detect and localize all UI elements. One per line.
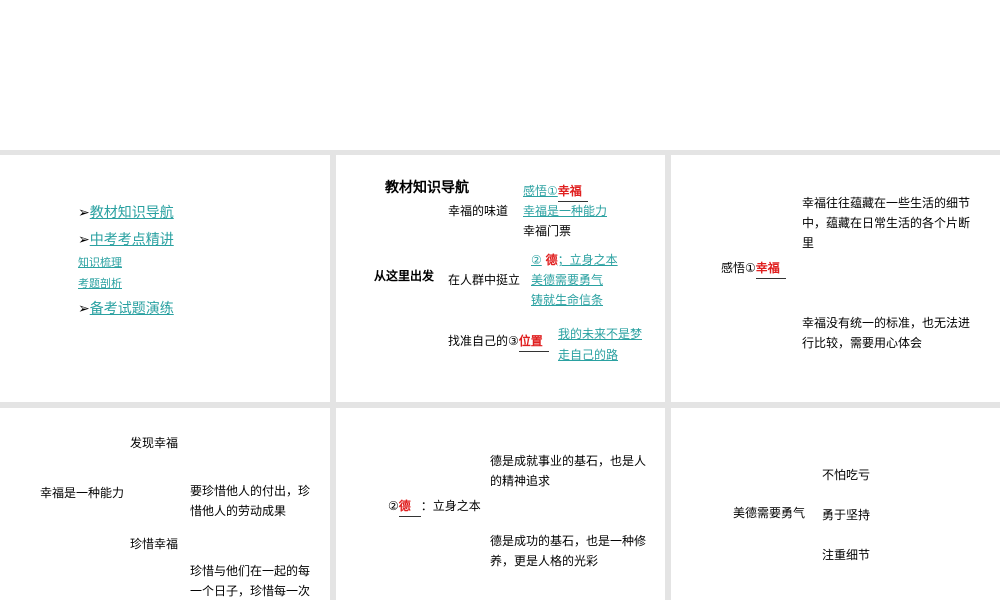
link[interactable]: 感悟① [523,184,558,198]
link-label[interactable]: 备考试题演练 [90,301,174,317]
label: 感悟①幸福 [721,258,786,279]
paragraph: 幸福往往蕴藏在一些生活的细节中，蕴藏在日常生活的各个片断里 [802,196,971,250]
paragraph: 德是成就事业的基石，也是人的精神追求 [490,454,647,488]
link-label[interactable]: 中考考点精讲 [90,232,174,248]
item: 注重细节 [822,548,871,562]
item: 不怕吃亏 [822,468,871,482]
link-label[interactable]: 教材知识导航 [90,205,174,221]
root-label: 美德需要勇气 [733,506,806,520]
slide-thumbnail-2[interactable]: 教材知识导航 从这里出发 幸福的味道 感悟①幸福 幸福是一种能力 幸福门票 在人… [336,155,665,402]
slide-thumbnail-5[interactable]: ②德 ：立身之本 德是成就事业的基石，也是人的精神追求 德是成功的基石，也是一种修… [336,408,665,600]
slide-thumbnail-1[interactable]: ➢教材知识导航 ➢中考考点精讲 知识梳理 考题剖析 ➢备考试题演练 [0,155,330,402]
number: ② [388,499,399,513]
item: 幸福门票 [523,224,572,238]
slide-thumbnail-6[interactable]: 美德需要勇气 不怕吃亏 勇于坚持 注重细节 [671,408,1000,600]
paragraph: 珍惜与他们在一起的每一个日子，珍惜每一次 [190,564,311,598]
answer-blank: 幸福 [557,181,588,202]
item[interactable]: ② 德；立身之本 [531,250,618,270]
link[interactable]: 美德需要勇气 [531,270,603,290]
nav-link-knowledge[interactable]: 知识梳理 [78,253,122,273]
arrow-icon: ➢ [78,301,90,317]
branch-label: 找准自己的③位置 [448,331,549,352]
root-label: 幸福是一种能力 [40,486,125,500]
paragraph: 幸福没有统一的标准，也无法进行比较，需要用心体会 [802,316,971,350]
arrow-icon: ➢ [78,205,90,221]
slide-title: 教材知识导航 [385,180,469,196]
link[interactable]: 幸福是一种能力 [523,201,607,221]
item[interactable]: 感悟①幸福 [523,181,588,202]
label: 找准自己的③ [448,334,519,348]
slide-thumbnail-4[interactable]: 幸福是一种能力 发现幸福 珍惜幸福 要珍惜他人的付出，珍惜他人的劳动成果 珍惜与… [0,408,330,600]
answer-blank: 幸福 [755,258,786,279]
link[interactable]: ；立身之本 [558,253,618,267]
label-text: ：立身之本 [420,499,481,513]
item: 勇于坚持 [822,508,871,522]
nav-link-textbook[interactable]: ➢教材知识导航 [78,203,174,223]
arrow-icon: ➢ [78,232,90,248]
nav-link-practice[interactable]: ➢备考试题演练 [78,299,174,319]
branch-label: 幸福的味道 [448,204,509,218]
paragraph: 德是成功的基石，也是一种修养，更是人格的光彩 [490,534,647,568]
answer-blank: 位置 [518,331,549,352]
paragraph: 要珍惜他人的付出，珍惜他人的劳动成果 [190,484,311,518]
branch-label: 在人群中挺立 [448,273,521,287]
link[interactable]: ② [531,253,542,267]
link[interactable]: 铸就生命信条 [531,290,603,310]
blank-header-area [0,0,1000,150]
branch-label: 发现幸福 [130,436,179,450]
link[interactable]: 走自己的路 [558,345,618,365]
root-label: 从这里出发 [374,269,435,283]
nav-link-exam-points[interactable]: ➢中考考点精讲 [78,230,174,250]
slide-thumbnail-3[interactable]: 感悟①幸福 幸福往往蕴藏在一些生活的细节中，蕴藏在日常生活的各个片断里 幸福没有… [671,155,1000,402]
link[interactable]: 我的未来不是梦 [558,324,642,344]
label-text: 感悟① [721,261,756,275]
nav-link-analysis[interactable]: 考题剖析 [78,274,122,294]
label: ②德 ：立身之本 [388,496,481,517]
branch-label: 珍惜幸福 [130,537,179,551]
answer-blank: 德 [545,253,558,267]
answer-blank: 德 [398,496,421,517]
